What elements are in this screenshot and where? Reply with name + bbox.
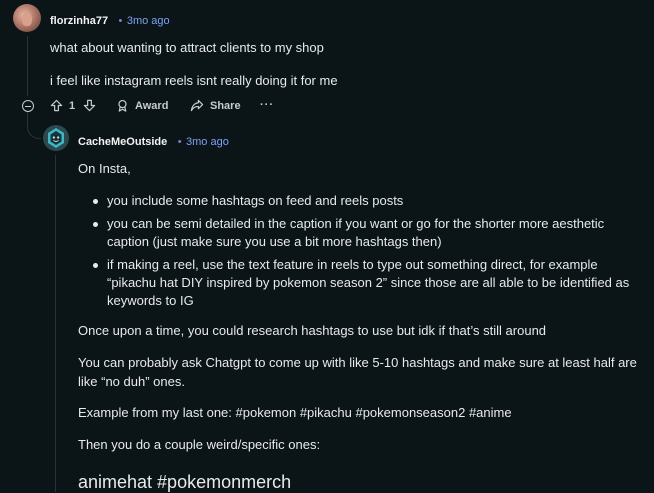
- avatar[interactable]: [13, 4, 41, 32]
- reply-paragraph: Then you do a couple weird/specific ones…: [78, 437, 321, 452]
- award-button[interactable]: Award: [116, 99, 168, 112]
- username[interactable]: florzinha77: [50, 15, 108, 27]
- separator-dot: •: [118, 15, 123, 27]
- comment-header: florzinha77 • 3mo ago: [50, 11, 170, 29]
- list-item: if making a reel, use the text feature i…: [93, 256, 639, 310]
- upvote-icon[interactable]: [50, 99, 63, 112]
- share-icon: [190, 99, 204, 112]
- comment-text: what about wanting to attract clients to…: [50, 40, 324, 55]
- collapse-thread-button[interactable]: [22, 100, 34, 112]
- more-icon: ···: [260, 99, 274, 111]
- vote-count: 1: [69, 99, 76, 112]
- comment-text: i feel like instagram reels isnt really …: [50, 73, 338, 88]
- timestamp[interactable]: 3mo ago: [127, 15, 170, 27]
- reply-intro: On Insta,: [78, 161, 131, 176]
- snoo-avatar-icon: [48, 128, 64, 148]
- reply-header: CacheMeOutside • 3mo ago: [78, 132, 229, 150]
- upvote-button[interactable]: 1: [50, 99, 75, 112]
- reply-heading-text: animehat #pokemonmerch: [78, 472, 292, 492]
- thread-line-main[interactable]: [27, 36, 28, 96]
- award-icon: [118, 99, 127, 112]
- avatar-figure: [22, 12, 32, 26]
- list-item: you can be semi detailed in the caption …: [93, 215, 639, 251]
- thread-connector: [27, 112, 41, 139]
- thread-line-reply[interactable]: [55, 155, 56, 492]
- reply-paragraph: like “no duh” ones.: [78, 374, 185, 389]
- separator-dot: •: [177, 136, 182, 148]
- timestamp[interactable]: 3mo ago: [186, 136, 229, 148]
- award-label: Award: [135, 99, 169, 112]
- avatar[interactable]: [43, 125, 69, 151]
- downvote-button[interactable]: [83, 99, 96, 112]
- reply-paragraph: You can probably ask Chatgpt to come up …: [78, 355, 637, 370]
- reply-paragraph: Once upon a time, you could research has…: [78, 323, 547, 338]
- share-label: Share: [210, 99, 241, 112]
- list-item: you include some hashtags on feed and re…: [93, 192, 639, 210]
- reply-paragraph: Example from my last one: #pokemon #pika…: [78, 405, 512, 420]
- username[interactable]: CacheMeOutside: [78, 136, 167, 148]
- bullet-list: you include some hashtags on feed and re…: [93, 192, 639, 315]
- downvote-icon[interactable]: [83, 99, 96, 112]
- more-options-button[interactable]: ···: [260, 99, 274, 111]
- share-button[interactable]: Share: [190, 99, 241, 112]
